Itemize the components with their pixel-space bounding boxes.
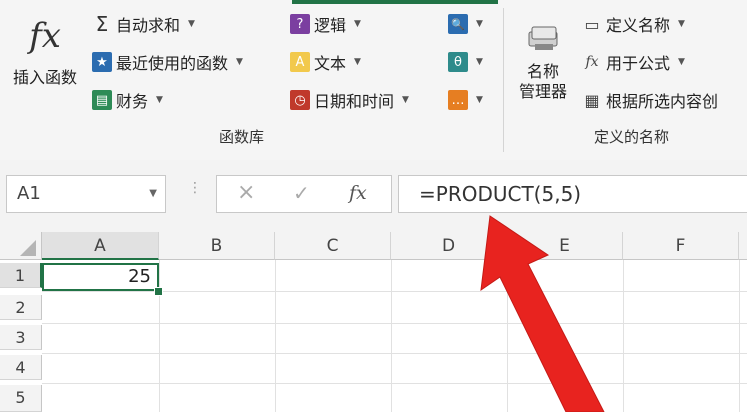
annotation-arrow	[480, 215, 605, 412]
